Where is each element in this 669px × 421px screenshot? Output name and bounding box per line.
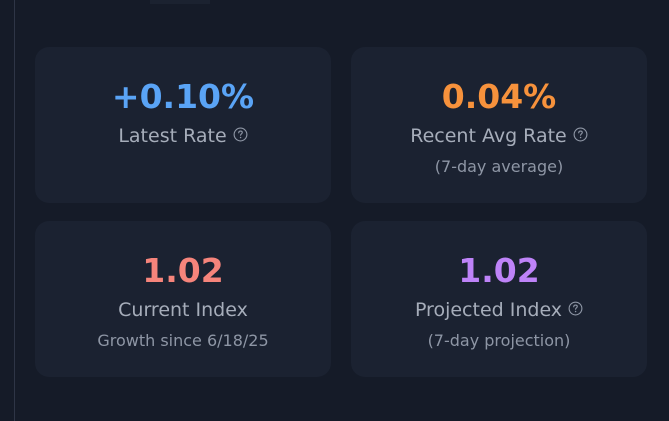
current-index-label-row: Current Index — [35, 298, 331, 322]
question-circle-icon[interactable] — [573, 127, 588, 142]
latest-rate-label-row: Latest Rate — [35, 124, 331, 148]
recent-avg-rate-subtext: (7-day average) — [434, 157, 564, 176]
current-index-card: 1.02 Current Index Growth since 6/18/25 — [35, 221, 331, 377]
projected-index-label: Projected Index — [414, 299, 563, 321]
latest-rate-label: Latest Rate — [118, 125, 227, 147]
recent-avg-rate-card: 0.04% Recent Avg Rate (7-day average) — [351, 47, 647, 203]
projected-index-label-row: Projected Index — [351, 298, 647, 322]
latest-rate-value: +0.10% — [111, 77, 255, 116]
current-index-subtext: Growth since 6/18/25 — [97, 331, 269, 350]
question-circle-icon[interactable] — [568, 301, 583, 316]
projected-index-value: 1.02 — [458, 251, 540, 290]
projected-index-subtext: (7-day projection) — [427, 331, 571, 350]
projected-index-card: 1.02 Projected Index (7-day projection) — [351, 221, 647, 377]
current-index-value: 1.02 — [142, 251, 224, 290]
stats-panel: +0.10% Latest Rate 0.04% Recent Avg Rate — [0, 0, 669, 421]
question-circle-icon[interactable] — [233, 127, 248, 142]
recent-avg-rate-label-row: Recent Avg Rate — [351, 124, 647, 148]
recent-avg-rate-value: 0.04% — [441, 77, 557, 116]
left-divider — [14, 0, 15, 421]
recent-avg-rate-label: Recent Avg Rate — [410, 125, 567, 147]
top-edge-shadow — [150, 0, 210, 4]
latest-rate-card: +0.10% Latest Rate — [35, 47, 331, 203]
current-index-label: Current Index — [118, 299, 248, 321]
